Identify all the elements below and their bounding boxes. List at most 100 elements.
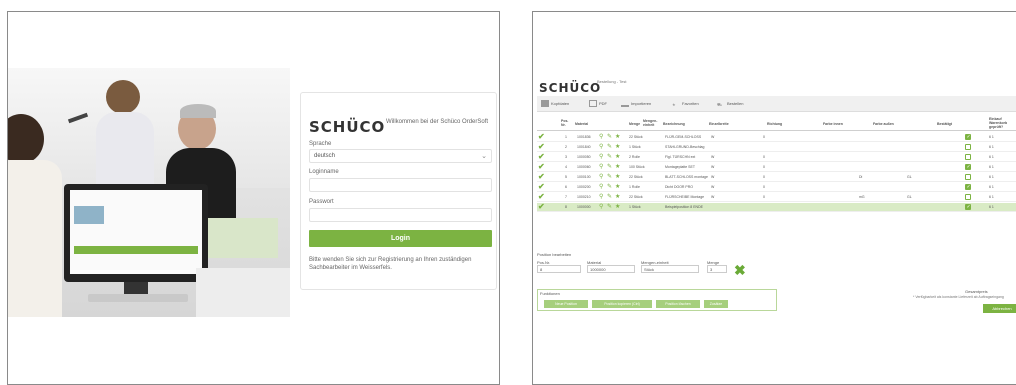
star-icon[interactable]: ★ [615,184,620,190]
order-button[interactable]: ⛟ Bestellen [717,99,743,109]
password-label: Passwort [309,199,334,205]
confirmed-checkbox[interactable] [965,184,971,190]
star-icon[interactable]: ★ [615,204,620,210]
pos-input[interactable]: 8 [537,265,581,273]
cancel-button[interactable]: Abbrechen [983,304,1016,313]
qty-input[interactable]: 3 [707,265,727,273]
availability-note: * Verfügbarkeit als konstante Lieferzeit… [913,295,1004,299]
cell-c: 0 [763,135,765,139]
search-icon[interactable]: ⚲ [599,174,603,180]
pdf-icon [589,100,597,108]
cell-material: 1000210 [577,195,591,199]
star-icon[interactable]: ★ [615,154,620,160]
search-icon[interactable]: ⚲ [599,164,603,170]
edit-icon[interactable]: ✎ [607,134,612,140]
search-icon[interactable]: ⚲ [599,204,603,210]
screen-image [74,206,104,224]
search-icon[interactable]: ⚲ [599,194,603,200]
extras-button[interactable]: Zusätze [704,300,728,308]
cell-e: GL [907,195,912,199]
table-row[interactable]: ✔ 2 1001840 1 Stück STAHLGRUND-Beschlag 6 1 ⚲ ✎… [537,143,1016,152]
unit-select[interactable]: Stück [641,265,699,273]
row-check-icon: ✔ [538,202,545,211]
column-header: Farbe außen [873,122,894,126]
column-header: Richtung [767,122,783,126]
cell-desc: BLATT-SCHLOSS montage [665,175,708,179]
desk-boxes [208,218,278,258]
edit-icon[interactable]: ✎ [607,184,612,190]
delete-position-button[interactable]: Position löschen [656,300,700,308]
login-button[interactable]: Login [309,230,492,247]
column-header: Menge [629,122,641,126]
table-row[interactable]: ✔ 7 1000210 22 Stück FLÜRSCHEIBE Montage W 0 mG… [537,193,1016,202]
cell-pos: 1 [565,135,567,139]
cart-icon: ⛟ [717,102,723,108]
import-button[interactable]: Importieren [621,99,651,109]
search-icon[interactable]: ⚲ [599,144,603,150]
table-row[interactable]: ✔ 4 1000060 100 Stück Montageplatte SET W 0 6 1… [537,163,1016,172]
cell-material: 1001840 [577,145,591,149]
cell-pos: 8 [565,205,567,209]
order-subtitle: Bestellung - Test [597,79,627,84]
cell-end: 6 1 [989,195,994,199]
column-header: Einzelbreite [709,122,729,126]
material-input[interactable]: 1000000 [587,265,635,273]
cell-c: 0 [763,195,765,199]
language-select[interactable]: deutsch ⌄ [309,149,492,163]
close-icon[interactable]: ✖ [734,263,746,277]
cell-b: W [711,155,715,159]
cell-qty: 2 Rolle [629,155,640,159]
monitor-screen [70,190,202,274]
column-header: Bezeichnung [663,122,685,126]
search-icon[interactable]: ⚲ [599,154,603,160]
confirmed-checkbox[interactable] [965,204,971,210]
column-header: Bestätigt [937,122,952,126]
cell-b: W [711,195,715,199]
username-input[interactable] [309,178,492,192]
cell-end: 6 1 [989,175,994,179]
edit-icon[interactable]: ✎ [607,164,612,170]
table-row[interactable]: ✔ 3 1000050 2 Rolle Flgl. TÜRSCHN ext W 0 6 1 ⚲ ✎… [537,153,1016,162]
confirmed-checkbox[interactable] [965,144,971,150]
table-row[interactable]: ✔ 6 1000200 1 Rolle Dicht DOOR PRO W 0 6 1 ⚲ ✎ ★ [537,183,1016,192]
cell-d: mG [859,195,865,199]
star-icon[interactable]: ★ [615,134,620,140]
toolbar-label: PDF [599,101,607,106]
search-icon[interactable]: ⚲ [599,134,603,140]
confirmed-checkbox[interactable] [965,154,971,160]
cell-pos: 6 [565,185,567,189]
edit-icon[interactable]: ✎ [607,144,612,150]
registration-help-text: Bitte wenden Sie sich zur Registrierung … [309,257,472,271]
header-data-button[interactable]: Kopfdaten [541,99,569,109]
confirmed-checkbox[interactable] [965,164,971,170]
favorites-button[interactable]: ★ Favoriten [672,99,699,109]
pdf-button[interactable]: PDF [589,99,607,109]
confirmed-checkbox[interactable] [965,194,971,200]
cell-end: 6 1 [989,135,994,139]
row-check-icon: ✔ [538,182,545,191]
confirmed-checkbox[interactable] [965,134,971,140]
edit-icon[interactable]: ✎ [607,174,612,180]
edit-icon[interactable]: ✎ [607,194,612,200]
toolbar-label: Bestellen [727,101,744,106]
table-row[interactable]: ✔ 1 1001836 22 Stück FLÜR-GEM-SCHLOSS W 0 6 1 ⚲ ✎… [537,133,1016,142]
star-icon[interactable]: ★ [615,174,620,180]
edit-icon[interactable]: ✎ [607,204,612,210]
schueco-logo: SCHÜCO [539,81,602,95]
password-input[interactable] [309,208,492,222]
cell-qty: 1 Stück [629,205,641,209]
welcome-text: Willkommen bei der Schüco OrderSoft [386,119,489,125]
table-row[interactable]: ✔ 5 1000100 22 Stück BLATT-SCHLOSS montage W 0… [537,173,1016,182]
star-icon[interactable]: ★ [615,194,620,200]
edit-icon[interactable]: ✎ [607,154,612,160]
search-icon[interactable]: ⚲ [599,184,603,190]
cell-desc: Montageplatte SET [665,165,695,169]
star-icon[interactable]: ★ [615,144,620,150]
column-header: Material [575,122,589,126]
confirmed-checkbox[interactable] [965,174,971,180]
copy-position-button[interactable]: Position kopieren (Ctrl) [592,300,652,308]
table-row[interactable]: ✔ 8 1000000 1 Stück Beispielposition 8 ENDE 6… [537,203,1016,212]
star-icon[interactable]: ★ [615,164,620,170]
cell-pos: 4 [565,165,567,169]
new-position-button[interactable]: Neue Position [544,300,588,308]
